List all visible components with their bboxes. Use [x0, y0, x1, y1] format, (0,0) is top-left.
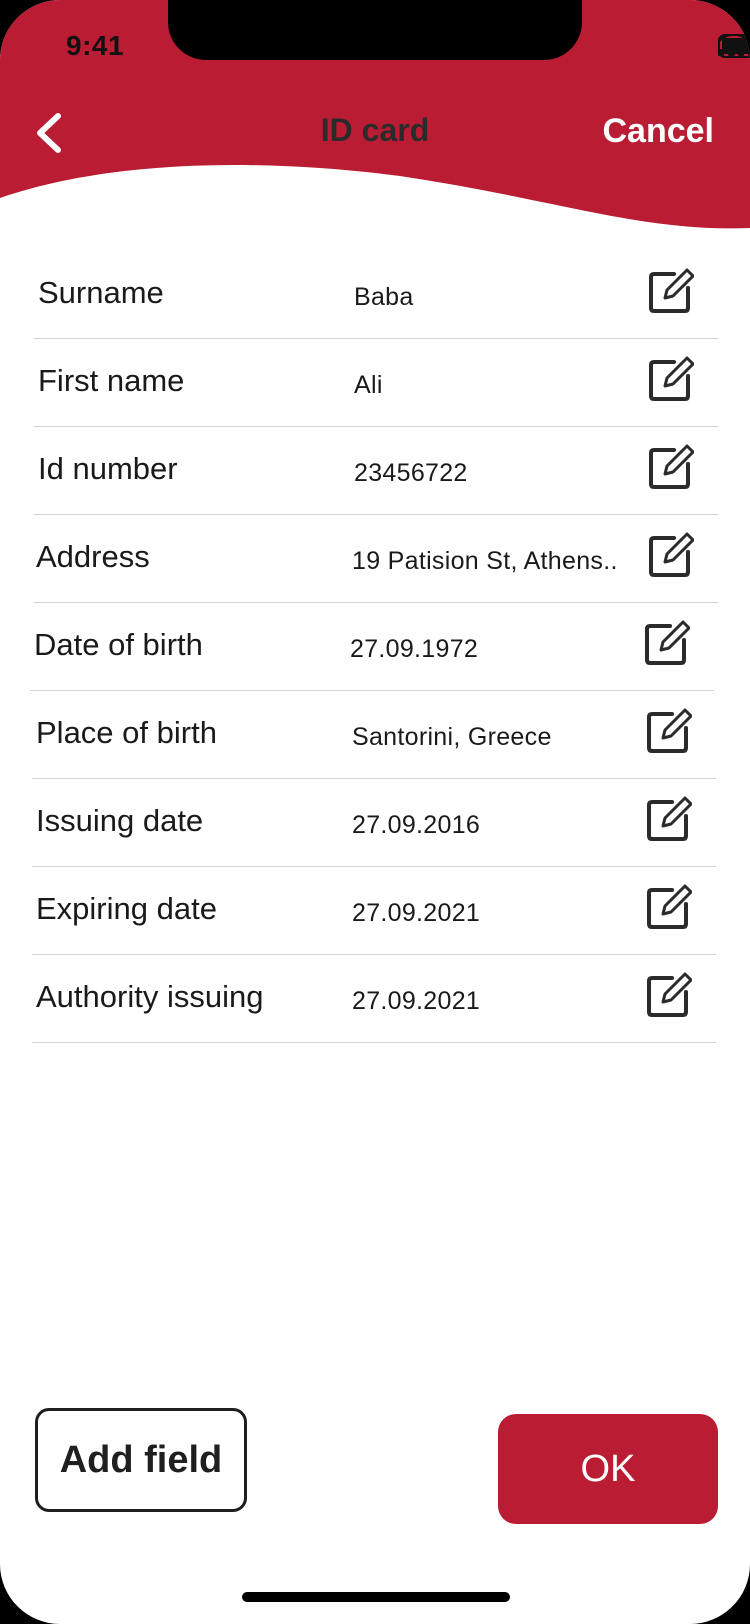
edit-icon[interactable]	[646, 884, 692, 930]
header: 9:41 ID card Cancel	[0, 0, 750, 240]
edit-icon[interactable]	[644, 620, 690, 666]
edit-icon[interactable]	[646, 972, 692, 1018]
field-row-authority-issuing[interactable]: Authority issuing 27.09.2021	[32, 954, 716, 1043]
field-label: Surname	[38, 275, 164, 310]
edit-icon[interactable]	[648, 444, 694, 490]
edit-icon[interactable]	[646, 708, 692, 754]
field-value: 27.09.1972	[350, 635, 479, 663]
field-label: Place of birth	[36, 715, 217, 750]
edit-icon[interactable]	[648, 532, 694, 578]
cancel-button[interactable]: Cancel	[603, 112, 715, 151]
field-label: Authority issuing	[36, 979, 264, 1014]
field-label: First name	[38, 363, 185, 398]
field-label: Address	[36, 539, 150, 574]
field-value: 27.09.2021	[352, 987, 481, 1015]
field-row-issuing-date[interactable]: Issuing date 27.09.2016	[32, 778, 716, 867]
field-value: Santorini, Greece	[352, 723, 552, 751]
status-time: 9:41	[66, 30, 125, 61]
ok-button[interactable]: OK	[498, 1414, 718, 1524]
edit-icon[interactable]	[646, 796, 692, 842]
field-row-date-of-birth[interactable]: Date of birth 27.09.1972	[30, 602, 714, 691]
field-label: Issuing date	[36, 803, 204, 838]
field-value: 27.09.2021	[352, 899, 481, 927]
battery-icon	[718, 34, 750, 58]
field-value: Baba	[354, 283, 414, 311]
field-label: Date of birth	[34, 627, 203, 662]
field-row-place-of-birth[interactable]: Place of birth Santorini, Greece	[32, 690, 716, 779]
field-value: 23456722	[354, 459, 468, 487]
field-row-id-number[interactable]: Id number 23456722	[34, 426, 718, 515]
phone-screen: 9:41 ID card Cancel Surname Baba First n…	[0, 0, 750, 1624]
field-row-first-name[interactable]: First name Ali	[34, 338, 718, 427]
edit-icon[interactable]	[648, 356, 694, 402]
field-row-expiring-date[interactable]: Expiring date 27.09.2021	[32, 866, 716, 955]
notch	[168, 0, 582, 60]
field-label: Expiring date	[36, 891, 217, 926]
field-row-surname[interactable]: Surname Baba	[34, 250, 718, 339]
field-value: 19 Patision St, Athens..	[352, 547, 618, 575]
edit-icon[interactable]	[648, 268, 694, 314]
add-field-button[interactable]: Add field	[35, 1408, 247, 1512]
field-row-address[interactable]: Address 19 Patision St, Athens..	[34, 514, 718, 603]
field-value: Ali	[354, 371, 383, 399]
home-indicator[interactable]	[242, 1592, 510, 1602]
field-label: Id number	[38, 451, 178, 486]
field-value: 27.09.2016	[352, 811, 481, 839]
